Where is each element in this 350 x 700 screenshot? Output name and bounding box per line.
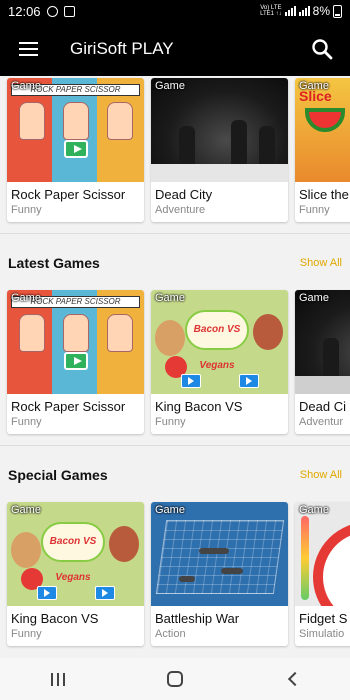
game-card[interactable]: ROCK PAPER SCISSOR Game Rock Paper Sciss…	[7, 78, 144, 222]
special-games-row[interactable]: Bacon VS Vegans Game King Bacon VS Funny…	[7, 502, 350, 646]
main-content[interactable]: ROCK PAPER SCISSOR Game Rock Paper Sciss…	[0, 76, 350, 658]
game-name: Rock Paper Scissor	[11, 399, 126, 414]
fast-forward-icon	[239, 374, 259, 388]
game-name: Rock Paper Scissor	[11, 187, 126, 202]
game-name: King Bacon VS	[155, 399, 243, 414]
section-title: Special Games	[8, 467, 108, 483]
game-card[interactable]: Game Fidget S Simulatio	[295, 502, 350, 646]
game-name: Fidget S	[299, 611, 348, 626]
thumbnail-title: Bacon VS Vegans	[41, 522, 105, 583]
game-thumbnail: ROCK PAPER SCISSOR Game	[7, 78, 144, 182]
game-name: Dead City	[155, 187, 213, 202]
section-header-latest: Latest Games Show All	[0, 243, 350, 283]
game-category: Adventur	[299, 416, 344, 428]
play-icon	[181, 374, 201, 388]
game-name: Dead Ci	[299, 399, 346, 414]
game-card[interactable]: Bacon VS Vegans Game King Bacon VS Funny	[151, 290, 288, 434]
game-card[interactable]: Bacon VS Vegans Game King Bacon VS Funny	[7, 502, 144, 646]
game-category: Funny	[11, 628, 42, 640]
system-nav-bar	[0, 658, 350, 700]
latest-games-row[interactable]: ROCK PAPER SCISSOR Game Rock Paper Sciss…	[7, 290, 350, 434]
featured-games-row[interactable]: ROCK PAPER SCISSOR Game Rock Paper Sciss…	[7, 78, 350, 222]
game-thumbnail: Game	[295, 290, 350, 394]
game-badge: Game	[11, 504, 41, 516]
game-card[interactable]: Game Battleship War Action	[151, 502, 288, 646]
game-thumbnail: Slice Game	[295, 78, 350, 182]
battery-percent: 8%	[312, 4, 330, 18]
game-badge: Game	[299, 80, 329, 92]
search-icon[interactable]	[294, 22, 350, 76]
game-name: King Bacon VS	[11, 611, 99, 626]
recent-apps-icon	[51, 672, 66, 686]
game-category: Simulatio	[299, 628, 345, 640]
back-icon	[287, 671, 302, 687]
game-thumbnail: Bacon VS Vegans Game	[7, 502, 144, 606]
home-button[interactable]	[145, 658, 205, 700]
game-category: Funny	[155, 416, 186, 428]
game-badge: Game	[299, 292, 329, 304]
network-bottom-label: LTE1 ↑↓	[260, 11, 282, 17]
hamburger-menu-icon[interactable]	[0, 22, 56, 76]
game-card[interactable]: ROCK PAPER SCISSOR Game Rock Paper Sciss…	[7, 290, 144, 434]
back-button[interactable]	[262, 658, 322, 700]
play-icon	[37, 586, 57, 600]
game-badge: Game	[11, 292, 41, 304]
status-time: 12:06	[8, 3, 41, 19]
whatsapp-icon	[46, 5, 58, 17]
game-card[interactable]: Game Dead City Adventure	[151, 78, 288, 222]
game-thumbnail: Bacon VS Vegans Game	[151, 290, 288, 394]
game-category: Funny	[299, 204, 330, 216]
game-category: Adventure	[155, 204, 206, 216]
game-card[interactable]: Slice Game Slice the Funny	[295, 78, 350, 222]
game-badge: Game	[155, 504, 185, 516]
messaging-icon	[63, 5, 75, 17]
game-thumbnail: Game	[295, 502, 350, 606]
game-category: Funny	[11, 416, 42, 428]
game-thumbnail: Game	[151, 502, 288, 606]
game-thumbnail: Game	[151, 78, 288, 182]
section-divider	[0, 445, 350, 446]
game-badge: Game	[299, 504, 329, 516]
app-bar: GiriSoft PLAY	[0, 22, 350, 76]
game-badge: Game	[155, 292, 185, 304]
show-all-special-link[interactable]: Show All	[300, 469, 342, 481]
app-title: GiriSoft PLAY	[70, 39, 174, 58]
game-name: Battleship War	[155, 611, 240, 626]
play-icon	[64, 352, 88, 370]
recent-apps-button[interactable]	[28, 658, 88, 700]
home-icon	[166, 671, 183, 687]
game-name: Slice the	[299, 187, 349, 202]
game-card[interactable]: Game Dead Ci Adventur	[295, 290, 350, 434]
status-bar: 12:06 Vo) LTE LTE1 ↑↓ 8%	[0, 0, 350, 22]
game-badge: Game	[11, 80, 41, 92]
section-divider	[0, 233, 350, 234]
game-badge: Game	[155, 80, 185, 92]
network-indicator: Vo) LTE LTE1 ↑↓	[260, 5, 282, 17]
signal-icon-2	[298, 6, 310, 16]
fast-forward-icon	[95, 586, 115, 600]
section-title: Latest Games	[8, 255, 100, 271]
battery-icon	[333, 4, 342, 18]
game-category: Funny	[11, 204, 42, 216]
game-thumbnail: ROCK PAPER SCISSOR Game	[7, 290, 144, 394]
show-all-latest-link[interactable]: Show All	[300, 257, 342, 269]
game-category: Action	[155, 628, 186, 640]
signal-icon	[284, 6, 296, 16]
section-header-special: Special Games Show All	[0, 455, 350, 495]
thumbnail-title: Bacon VS Vegans	[185, 310, 249, 371]
play-icon	[64, 140, 88, 158]
